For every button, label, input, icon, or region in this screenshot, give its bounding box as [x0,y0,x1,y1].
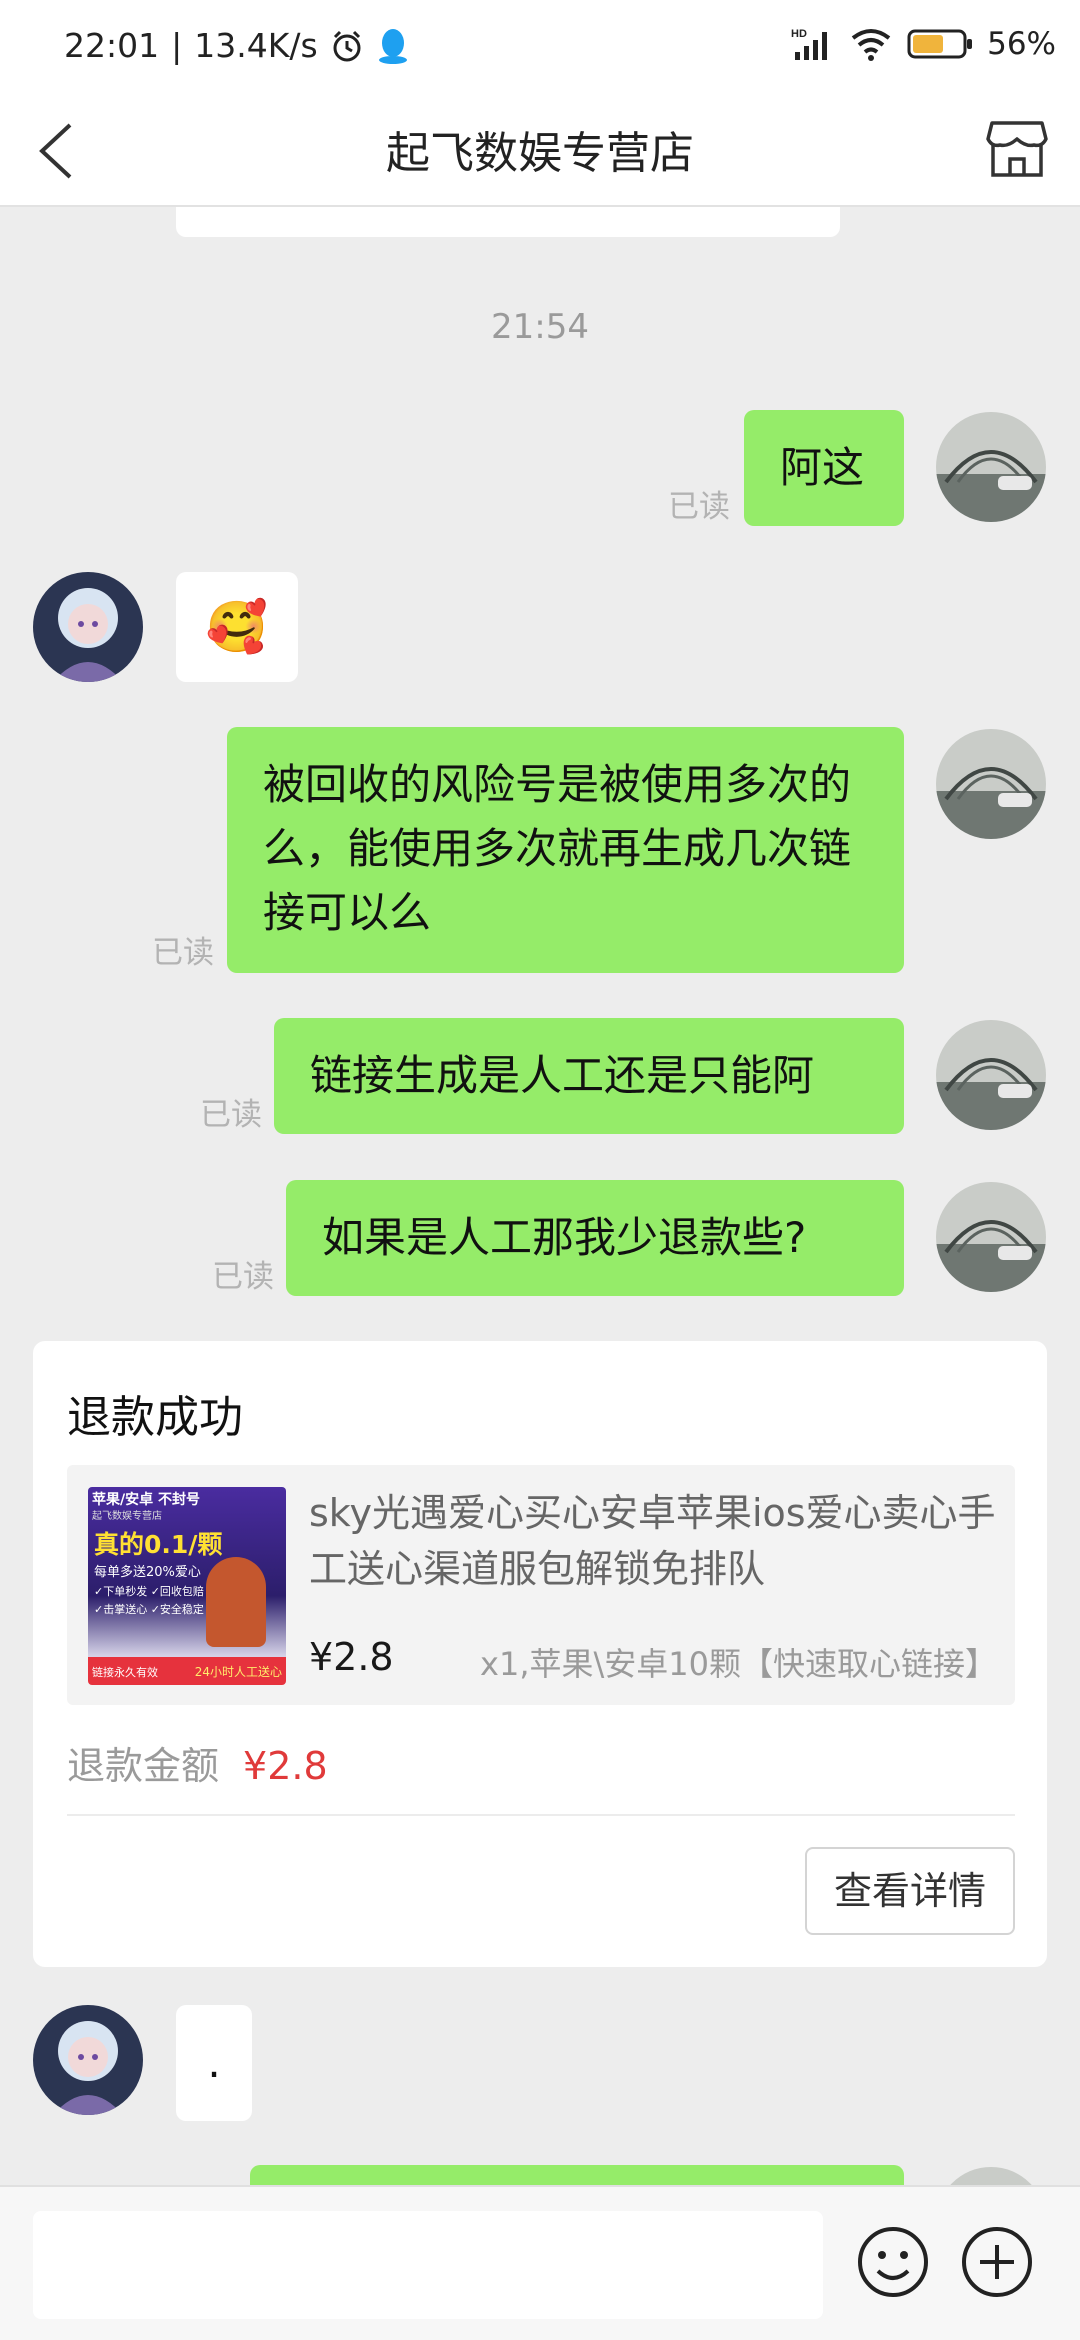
my-avatar[interactable] [936,2167,1046,2185]
status-time: 22:01 [64,26,160,65]
nav-bar: 起飞数娱专营店 [0,95,1080,207]
refund-card-title: 退款成功 [67,1392,243,1443]
read-receipt: 已读 [152,935,214,971]
signal-icon: HD [791,28,828,60]
message-bubble-sent[interactable]: 如果是人工那我少退款些? [286,1180,904,1296]
chat-timestamp: 21:54 [491,307,589,347]
read-receipt: 已读 [668,489,730,525]
thumb-bonus: 每单多送20%爱心 [94,1565,201,1580]
product-summary[interactable]: 苹果/安卓 不封号 起飞数娱专营店 真的0.1/颗 每单多送20%爱心 ✓下单秒… [67,1465,1015,1705]
page-title: 起飞数娱专营店 [386,128,694,179]
battery-percent: 56% [987,26,1056,62]
product-thumbnail: 苹果/安卓 不封号 起飞数娱专营店 真的0.1/颗 每单多送20%爱心 ✓下单秒… [88,1487,286,1685]
product-name: sky光遇爱心买心安卓苹果ios爱心卖心手工送心渠道服包解锁免排队 [309,1491,996,1591]
refund-card[interactable]: 退款成功 苹果/安卓 不封号 起飞数娱专营店 真的0.1/颗 每单多送20%爱心… [33,1341,1047,1967]
thumb-service-note: 24小时人工送心 [194,1665,282,1679]
thumb-features: ✓下单秒发 ✓回收包赔 ✓击掌送心 ✓安全稳定 [94,1585,204,1616]
message-bubble-sent[interactable]: 阿这 [744,410,904,526]
input-bar [0,2185,1080,2340]
qq-icon [378,28,407,64]
avatar-image [33,2005,143,2115]
message-bubble-sent[interactable]: 被回收的风险号是被使用多次的么，能使用多次就再生成几次链接可以么 [227,727,904,973]
alarm-icon [333,30,361,61]
message-bubble-received[interactable]: . [176,2005,252,2121]
emoji-icon[interactable] [856,2225,930,2299]
message-input[interactable] [33,2211,823,2319]
chat-area[interactable]: 21:54 已读 阿这 🥰 已读 被回收的风险号是被使用多次的么，能使用多次就再… [0,207,1080,2185]
previous-message-bubble [176,207,840,237]
avatar-image [936,729,1046,839]
avatar-image [936,1020,1046,1130]
view-details-button[interactable]: 查看详情 [805,1847,1015,1935]
refund-amount-value: ¥2.8 [243,1744,328,1788]
read-receipt: 已读 [200,1097,262,1133]
refund-amount-row: 退款金额 ¥2.8 [67,1735,328,1790]
avatar-image [936,412,1046,522]
thumb-shop-name: 起飞数娱专营店 [92,1511,162,1522]
card-divider [67,1814,1015,1816]
my-avatar[interactable] [936,412,1046,522]
product-spec: x1,苹果\安卓10颗【快速取心链接】 [480,1645,997,1683]
avatar-image [936,1182,1046,1292]
battery-icon [907,29,973,59]
shop-icon[interactable] [984,115,1050,181]
status-separator: | [171,26,183,65]
thumb-price-tag: 真的0.1/颗 [94,1530,223,1559]
my-avatar[interactable] [936,1020,1046,1130]
read-receipt: 已读 [212,1259,274,1295]
avatar-image [33,572,143,682]
message-bubble-sent-partial[interactable] [250,2165,904,2185]
thumb-tagline: 苹果/安卓 不封号 [92,1492,200,1508]
avatar-image [936,2167,1046,2185]
message-bubble-sent[interactable]: 链接生成是人工还是只能阿 [274,1018,904,1134]
svg-text:HD: HD [791,28,807,40]
status-bar: 22:01 | 13.4K/s HD 56% [0,0,1080,95]
refund-amount-label: 退款金额 [67,1744,220,1788]
thumb-link-note: 链接永久有效 [92,1666,158,1679]
status-speed: 13.4K/s [194,26,318,65]
plus-icon[interactable] [960,2225,1034,2299]
my-avatar[interactable] [936,1182,1046,1292]
my-avatar[interactable] [936,729,1046,839]
shop-avatar[interactable] [33,572,143,682]
message-bubble-received[interactable]: 🥰 [176,572,298,682]
status-left: 22:01 | 13.4K/s [64,26,410,65]
shop-avatar[interactable] [33,2005,143,2115]
status-right: HD 56% [791,26,1056,62]
thumb-character [206,1557,266,1647]
wifi-icon [851,29,891,61]
product-price: ¥2.8 [309,1635,394,1679]
